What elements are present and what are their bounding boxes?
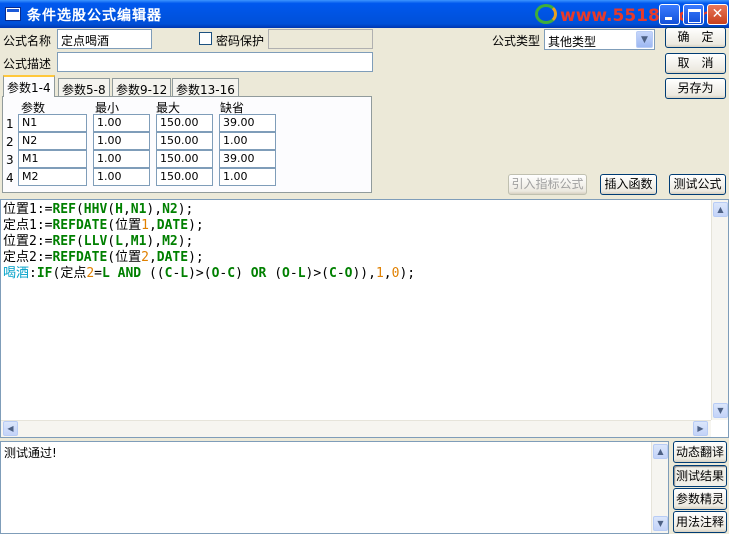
param-max-cell[interactable]: 150.00 (156, 132, 213, 150)
scroll-up-icon[interactable]: ▲ (653, 444, 668, 459)
password-checkbox[interactable] (199, 32, 212, 45)
formula-code[interactable]: 位置1:=REF(HHV(H,N1),N2); 定点1:=REFDATE(位置1,… (3, 202, 415, 282)
param-default-cell[interactable]: 39.00 (219, 114, 276, 132)
param-default-cell[interactable]: 1.00 (219, 168, 276, 186)
formula-editor[interactable]: 位置1:=REF(HHV(H,N1),N2); 定点1:=REFDATE(位置1,… (0, 199, 729, 438)
scroll-left-icon[interactable]: ◀ (3, 421, 18, 436)
dynamic-translate-button[interactable]: 动态翻译 (673, 441, 727, 463)
window-title: 条件选股公式编辑器 (27, 8, 162, 24)
scroll-down-icon[interactable]: ▼ (713, 403, 728, 418)
usage-notes-button[interactable]: 用法注释 (673, 511, 727, 533)
param-min-cell[interactable]: 1.00 (93, 168, 150, 186)
maximize-button[interactable] (683, 4, 704, 25)
close-button[interactable]: ✕ (707, 4, 728, 25)
scroll-up-icon[interactable]: ▲ (713, 202, 728, 217)
param-name-cell[interactable]: N1 (18, 114, 87, 132)
ok-button[interactable]: 确 定 (665, 27, 726, 48)
save-as-button[interactable]: 另存为 (665, 78, 726, 99)
scroll-down-icon[interactable]: ▼ (653, 516, 668, 531)
title-bar[interactable]: 条件选股公式编辑器 www.55188.com ✕ (0, 0, 729, 28)
param-min-cell[interactable]: 1.00 (93, 114, 150, 132)
test-output-area[interactable]: 测试通过! ▲ ▼ (0, 441, 669, 534)
test-output-text: 测试通过! (4, 446, 57, 460)
minimize-button[interactable] (659, 4, 680, 25)
param-max-cell[interactable]: 150.00 (156, 114, 213, 132)
params-panel: 参数 最小 最大 缺省 1 N1 1.00 150.00 39.00 2 N2 … (2, 96, 372, 193)
param-min-cell[interactable]: 1.00 (93, 132, 150, 150)
param-default-cell[interactable]: 1.00 (219, 132, 276, 150)
param-name-cell[interactable]: N2 (18, 132, 87, 150)
password-label: 密码保护 (216, 34, 265, 48)
param-max-cell[interactable]: 150.00 (156, 150, 213, 168)
code-line[interactable]: 位置2:=REF(LLV(L,M1),M2); (3, 234, 415, 250)
formula-desc-label: 公式描述 (3, 57, 52, 71)
formula-desc-input[interactable] (57, 52, 373, 72)
password-input[interactable] (268, 29, 373, 49)
tab-params-9-12[interactable]: 参数9-12 (112, 78, 172, 97)
test-formula-button[interactable]: 测试公式 (669, 174, 726, 195)
watermark-logo-icon (535, 4, 557, 24)
code-line[interactable]: 位置1:=REF(HHV(H,N1),N2); (3, 202, 415, 218)
param-row-number: 1 (6, 117, 14, 131)
cancel-button[interactable]: 取 消 (665, 53, 726, 74)
close-icon: ✕ (711, 6, 724, 22)
code-line[interactable]: 喝酒:IF(定点2=L AND ((C-L)>(O-C) OR (O-L)>(C… (3, 266, 415, 282)
editor-horizontal-scrollbar[interactable]: ◀ ▶ (1, 420, 711, 437)
test-result-button[interactable]: 测试结果 (673, 465, 727, 487)
param-row-number: 2 (6, 135, 14, 149)
code-line[interactable]: 定点2:=REFDATE(位置2,DATE); (3, 250, 415, 266)
formula-type-value: 其他类型 (548, 35, 597, 49)
tab-params-13-16[interactable]: 参数13-16 (172, 78, 239, 97)
param-row-number: 3 (6, 153, 14, 167)
formula-type-label: 公式类型 (492, 34, 541, 48)
param-max-cell[interactable]: 150.00 (156, 168, 213, 186)
formula-name-label: 公式名称 (3, 34, 52, 48)
param-name-cell[interactable]: M2 (18, 168, 87, 186)
import-indicator-button[interactable]: 引入指标公式 (508, 174, 587, 195)
param-default-cell[interactable]: 39.00 (219, 150, 276, 168)
code-line[interactable]: 定点1:=REFDATE(位置1,DATE); (3, 218, 415, 234)
output-vertical-scrollbar[interactable]: ▲ ▼ (651, 442, 668, 533)
chevron-down-icon[interactable]: ▼ (636, 31, 653, 48)
insert-function-button[interactable]: 插入函数 (600, 174, 657, 195)
tab-params-1-4[interactable]: 参数1-4 (3, 75, 55, 97)
formula-name-input[interactable]: 定点喝酒 (57, 29, 152, 49)
param-name-cell[interactable]: M1 (18, 150, 87, 168)
param-min-cell[interactable]: 1.00 (93, 150, 150, 168)
editor-vertical-scrollbar[interactable]: ▲ ▼ (711, 200, 728, 420)
param-row-number: 4 (6, 171, 14, 185)
tab-params-5-8[interactable]: 参数5-8 (58, 78, 110, 97)
formula-type-select[interactable]: 其他类型 ▼ (544, 29, 655, 50)
scroll-right-icon[interactable]: ▶ (693, 421, 708, 436)
param-wizard-button[interactable]: 参数精灵 (673, 488, 727, 510)
app-window-icon (5, 7, 21, 21)
